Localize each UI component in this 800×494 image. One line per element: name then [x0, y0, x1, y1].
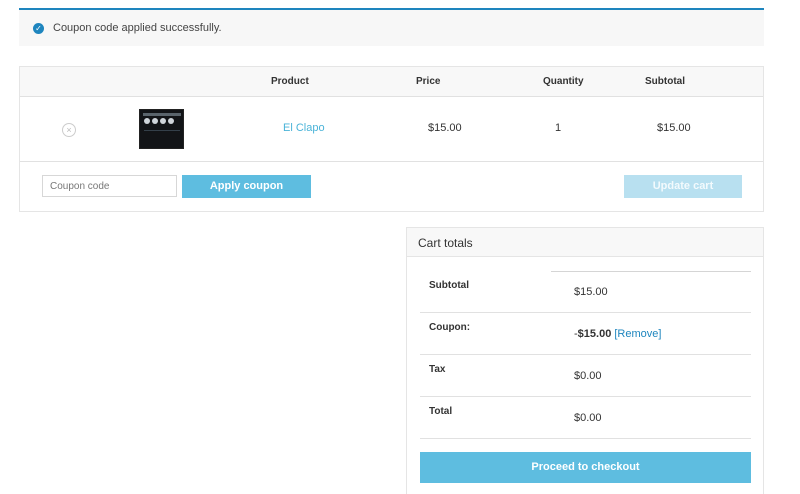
- header-subtotal: Subtotal: [645, 76, 685, 87]
- totals-row-subtotal: Subtotal $15.00: [420, 271, 751, 313]
- totals-value: $0.00: [574, 370, 602, 382]
- totals-label: Subtotal: [429, 280, 469, 291]
- totals-row-coupon: Coupon: -$15.00 [Remove]: [420, 313, 751, 355]
- product-name-link[interactable]: El Clapo: [283, 122, 325, 134]
- cart-actions: Apply coupon Update cart: [20, 163, 763, 211]
- cart-table: Product Price Quantity Subtotal × El Cla…: [19, 66, 764, 212]
- header-quantity: Quantity: [543, 76, 584, 87]
- cart-totals: Cart totals Subtotal $15.00 Coupon: -$15…: [406, 227, 764, 494]
- totals-label: Tax: [429, 364, 446, 375]
- discount-amount: $15.00: [577, 328, 612, 340]
- totals-label: Coupon:: [429, 322, 471, 333]
- remove-circle-icon[interactable]: ×: [62, 123, 76, 137]
- coupon-discount-value: -$15.00 [Remove]: [574, 328, 661, 340]
- product-thumbnail[interactable]: [139, 109, 184, 149]
- product-quantity[interactable]: 1: [555, 122, 561, 134]
- check-circle-icon: ✓: [33, 22, 44, 34]
- totals-row-total: Total $0.00: [420, 397, 751, 439]
- notice-message: Coupon code applied successfully.: [53, 22, 222, 34]
- remove-coupon-link[interactable]: [Remove]: [614, 328, 661, 340]
- coupon-success-notice: ✓ Coupon code applied successfully.: [19, 8, 764, 46]
- update-cart-button[interactable]: Update cart: [624, 175, 742, 198]
- cart-table-header: Product Price Quantity Subtotal: [20, 67, 763, 97]
- totals-row-tax: Tax $0.00: [420, 355, 751, 397]
- cart-totals-title: Cart totals: [407, 228, 763, 257]
- product-price: $15.00: [428, 122, 462, 134]
- header-price: Price: [416, 76, 441, 87]
- totals-label: Total: [429, 406, 453, 417]
- totals-value: $15.00: [574, 286, 608, 298]
- table-row: × El Clapo $15.00 1 $15.00: [20, 97, 763, 162]
- apply-coupon-button[interactable]: Apply coupon: [182, 175, 311, 198]
- product-subtotal: $15.00: [657, 122, 691, 134]
- coupon-code-input[interactable]: [42, 175, 177, 197]
- totals-value: $0.00: [574, 412, 602, 424]
- proceed-to-checkout-button[interactable]: Proceed to checkout: [420, 452, 751, 483]
- header-product: Product: [271, 76, 309, 87]
